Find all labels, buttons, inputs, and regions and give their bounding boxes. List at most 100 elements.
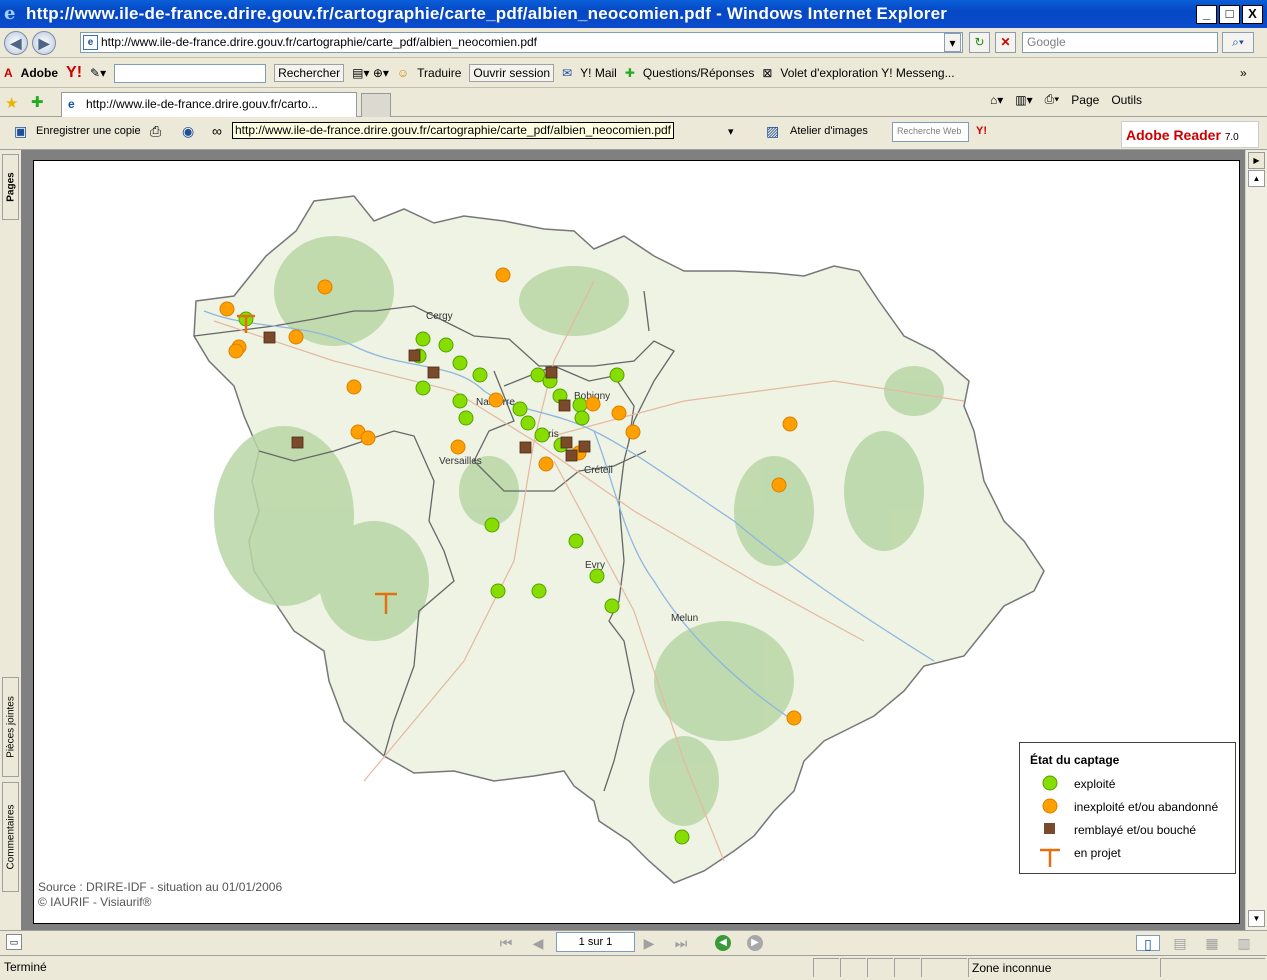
volet-icon: ⊠ bbox=[762, 66, 773, 80]
save-copy-button[interactable]: Enregistrer une copie bbox=[36, 125, 141, 137]
close-button[interactable]: X bbox=[1242, 5, 1263, 24]
single-page-icon[interactable]: ▯ bbox=[1136, 935, 1160, 952]
marker-exploite bbox=[609, 367, 625, 383]
yahoo-logo[interactable]: Y! bbox=[66, 64, 82, 82]
panel-toggle-icon[interactable]: ▭ bbox=[6, 934, 22, 950]
refresh-icon[interactable]: ↻ bbox=[969, 32, 990, 53]
search-button[interactable]: ⌕▾ bbox=[1222, 32, 1254, 53]
save-icon[interactable]: ▣ bbox=[14, 123, 27, 140]
first-page-icon[interactable]: ⏮ bbox=[498, 935, 514, 951]
status-bar: Terminé Zone inconnue bbox=[0, 955, 1267, 980]
go-back-icon[interactable]: ◀ bbox=[715, 935, 731, 951]
marker-remblaye bbox=[578, 440, 591, 453]
marker-exploite bbox=[458, 410, 474, 426]
legend-inexploite-icon bbox=[1042, 798, 1058, 814]
email-icon[interactable]: ◉ bbox=[182, 123, 194, 140]
tab-new[interactable] bbox=[361, 93, 391, 117]
binoculars-icon[interactable]: ∞ bbox=[212, 123, 222, 139]
marker-inexploite bbox=[495, 267, 511, 283]
marker-inexploite bbox=[360, 430, 376, 446]
address-url: http://www.ile-de-france.drire.gouv.fr/c… bbox=[101, 35, 538, 49]
marker-remblaye bbox=[408, 349, 421, 362]
address-dropdown[interactable]: ▾ bbox=[944, 33, 961, 52]
add-favorite-icon[interactable]: ✚ bbox=[31, 93, 44, 111]
legend-item: exploité bbox=[1074, 777, 1116, 791]
toolbar-options-icon[interactable]: ▤▾ ⊕▾ bbox=[352, 66, 389, 80]
favorites-star-icon[interactable]: ★ bbox=[5, 94, 18, 112]
zoom-dropdown[interactable]: ▾ bbox=[728, 125, 734, 138]
facing-icon[interactable]: ▦ bbox=[1204, 935, 1220, 951]
status-text: Terminé bbox=[4, 960, 47, 974]
rechercher-button[interactable]: Rechercher bbox=[274, 64, 345, 82]
marker-inexploite bbox=[450, 439, 466, 455]
continuous-icon[interactable]: ▤ bbox=[1172, 935, 1188, 951]
ymail-link[interactable]: Y! Mail bbox=[580, 66, 617, 80]
atelier-button[interactable]: Atelier d'images bbox=[790, 125, 868, 137]
maximize-button[interactable]: □ bbox=[1219, 5, 1240, 24]
marker-inexploite bbox=[288, 329, 304, 345]
pdf-page: Cergy Nanterre Bobigny Paris Versailles … bbox=[33, 160, 1240, 924]
marker-inexploite bbox=[538, 456, 554, 472]
scroll-down-icon[interactable]: ▼ bbox=[1248, 910, 1265, 927]
page-menu[interactable]: Page bbox=[1071, 93, 1099, 107]
commentaires-tab[interactable]: Commentaires bbox=[2, 782, 19, 892]
print-pdf-icon[interactable]: ⎙ bbox=[150, 123, 161, 140]
source-line-1: Source : DRIRE-IDF - situation au 01/01/… bbox=[38, 880, 283, 894]
page-number-field[interactable]: 1 sur 1 bbox=[556, 932, 635, 952]
questions-link[interactable]: Questions/Réponses bbox=[643, 66, 754, 80]
status-segment bbox=[813, 958, 839, 977]
print-icon[interactable]: ⎙▾ bbox=[1045, 92, 1060, 107]
home-icon[interactable]: ⌂▾ bbox=[990, 93, 1003, 107]
pages-tab[interactable]: Pages bbox=[2, 154, 19, 220]
address-input[interactable]: e http://www.ile-de-france.drire.gouv.fr… bbox=[80, 32, 963, 53]
vertical-scrollbar[interactable]: ▶ ▲ ▼ bbox=[1245, 150, 1267, 930]
minimize-button[interactable]: _ bbox=[1196, 5, 1217, 24]
yahoo-search-icon[interactable]: Y! bbox=[976, 125, 987, 137]
tab-current[interactable]: http://www.ile-de-france.drire.gouv.fr/c… bbox=[61, 92, 357, 117]
adobe-menu[interactable]: Adobe bbox=[21, 66, 58, 80]
marker-remblaye bbox=[565, 449, 578, 462]
traduire-icon: ☺ bbox=[396, 66, 410, 80]
legend-item: en projet bbox=[1074, 846, 1121, 860]
marker-exploite bbox=[452, 393, 468, 409]
volet-link[interactable]: Volet d'exploration Y! Messeng... bbox=[780, 66, 954, 80]
marker-inexploite bbox=[219, 301, 235, 317]
continuous-facing-icon[interactable]: ▥ bbox=[1236, 935, 1252, 951]
marker-inexploite bbox=[771, 477, 787, 493]
panel-arrow-icon[interactable]: ▶ bbox=[1248, 152, 1265, 169]
stop-icon[interactable]: ✕ bbox=[995, 32, 1016, 53]
forward-button[interactable]: ▶ bbox=[32, 31, 56, 55]
marker-remblaye bbox=[545, 366, 558, 379]
marker-remblaye bbox=[291, 436, 304, 449]
back-button[interactable]: ◀ bbox=[4, 31, 28, 55]
legend-remblaye-icon bbox=[1044, 823, 1055, 834]
pencil-icon[interactable]: ✎▾ bbox=[90, 66, 106, 80]
search-input[interactable]: Google bbox=[1022, 32, 1218, 53]
adobe-reader-name: Adobe Reader bbox=[1126, 127, 1221, 143]
scroll-up-icon[interactable]: ▲ bbox=[1248, 170, 1265, 187]
yahoo-search-input[interactable] bbox=[114, 63, 267, 83]
traduire-button[interactable]: Traduire bbox=[417, 66, 461, 80]
page-icon: e bbox=[83, 35, 98, 50]
toolbar-more[interactable]: » bbox=[1240, 66, 1247, 80]
recherche-web-input[interactable]: Recherche Web bbox=[892, 122, 969, 142]
questions-icon: ✚ bbox=[624, 66, 635, 80]
adobe-reader-version: 7.0 bbox=[1224, 132, 1239, 143]
pdf-viewport[interactable]: Cergy Nanterre Bobigny Paris Versailles … bbox=[21, 150, 1245, 930]
map-legend: État du captage exploité inexploité et/o… bbox=[1019, 742, 1236, 874]
feeds-icon[interactable]: ▥▾ bbox=[1015, 93, 1032, 107]
ouvrir-session-button[interactable]: Ouvrir session bbox=[469, 64, 555, 82]
last-page-icon[interactable]: ⏭ bbox=[673, 935, 689, 951]
prev-page-icon[interactable]: ◀ bbox=[530, 935, 546, 951]
next-page-icon[interactable]: ▶ bbox=[641, 935, 657, 951]
marker-remblaye bbox=[263, 331, 276, 344]
atelier-icon[interactable]: ▨ bbox=[766, 123, 779, 140]
marker-inexploite bbox=[786, 710, 802, 726]
marker-inexploite bbox=[585, 396, 601, 412]
source-line-2: © IAURIF - Visiaurif® bbox=[38, 895, 152, 909]
outils-menu[interactable]: Outils bbox=[1111, 93, 1142, 107]
go-forward-icon[interactable]: ▶ bbox=[747, 935, 763, 951]
marker-exploite bbox=[438, 337, 454, 353]
pieces-jointes-tab[interactable]: Pièces jointes bbox=[2, 677, 19, 777]
marker-exploite bbox=[674, 829, 690, 845]
